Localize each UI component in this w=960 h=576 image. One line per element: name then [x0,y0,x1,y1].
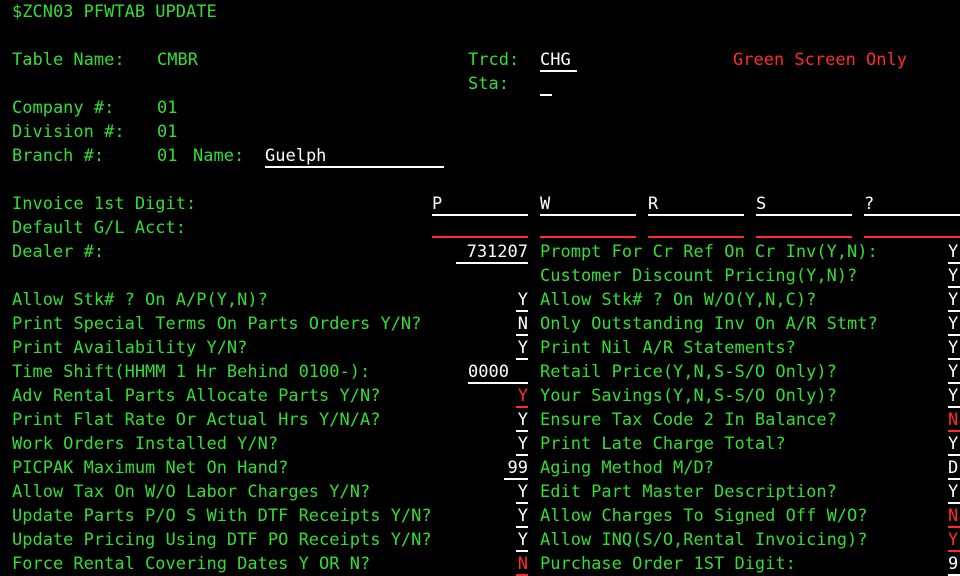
opt-label: Retail Price(Y,N,S-S/O Only)? [540,362,837,382]
dealer-field[interactable]: 731207 [456,240,528,264]
time-shift-field[interactable]: 0000 [468,360,528,384]
opt-label: Print Special Terms On Parts Orders Y/N? [12,314,422,334]
opt-label: Update Parts P/O S With DTF Receipts Y/N… [12,506,432,526]
opt-label: Print Late Charge Total? [540,434,786,454]
picpak-field[interactable]: 99 [504,456,528,480]
sta-field[interactable] [540,72,552,96]
opt-field[interactable]: Y [948,432,960,456]
opt-field[interactable]: Y [516,336,528,360]
opt-label: PICPAK Maximum Net On Hand? [12,458,289,478]
opt-label: Your Savings(Y,N,S-S/O Only)? [540,386,837,406]
opt-field[interactable]: Y [516,528,528,552]
invoice-digit-4[interactable]: S [756,192,852,216]
opt-label: Force Rental Covering Dates Y OR N? [12,554,371,574]
opt-field[interactable]: N [948,504,960,528]
opt-field[interactable]: N [516,312,528,336]
gl-acct-field-1[interactable] [432,236,528,238]
opt-label: Edit Part Master Description? [540,482,837,502]
opt-field[interactable]: Y [516,480,528,504]
invoice-digit-label: Invoice 1st Digit: [12,194,197,214]
opt-label: Print Availability Y/N? [12,338,248,358]
sta-label: Sta: [468,74,509,94]
opt-field[interactable]: D [948,456,960,480]
opt-label: Update Pricing Using DTF PO Receipts Y/N… [12,530,432,550]
table-name-label: Table Name: [12,50,125,70]
opt-field[interactable]: Y [948,384,960,408]
dealer-label: Dealer #: [12,242,105,262]
opt-label: Prompt For Cr Ref On Cr Inv(Y,N): [540,242,878,262]
gl-acct-field-5[interactable] [864,236,960,238]
table-name-value: CMBR [157,50,198,70]
opt-label: Purchase Order 1ST Digit: [540,554,796,574]
branch-label: Branch #: [12,146,105,166]
opt-field[interactable]: Y [948,480,960,504]
gl-acct-field-2[interactable] [540,236,636,238]
opt-label: Allow Charges To Signed Off W/O? [540,506,868,526]
opt-field[interactable]: Y [948,360,960,384]
opt-field[interactable]: N [948,408,960,432]
invoice-digit-1[interactable]: P [432,192,528,216]
opt-label: Adv Rental Parts Allocate Parts Y/N? [12,386,381,406]
division-value: 01 [157,122,178,142]
opt-field[interactable]: Y [948,336,960,360]
trcd-label: Trcd: [468,50,520,70]
screen-title: $ZCN03 PFWTAB UPDATE [12,2,217,22]
opt-label: Print Nil A/R Statements? [540,338,796,358]
gl-acct-label: Default G/L Acct: [12,218,186,238]
green-screen-notice: Green Screen Only [733,50,907,70]
opt-field[interactable]: Y [516,504,528,528]
opt-field[interactable]: Y [516,408,528,432]
opt-field[interactable]: Y [948,240,960,264]
opt-field[interactable]: Y [516,288,528,312]
opt-label: Aging Method M/D? [540,458,714,478]
opt-label: Allow Tax On W/O Labor Charges Y/N? [12,482,371,502]
trcd-field[interactable]: CHG [540,48,577,72]
opt-label: Ensure Tax Code 2 In Balance? [540,410,837,430]
invoice-digit-2[interactable]: W [540,192,636,216]
opt-label: Allow Stk# ? On A/P(Y,N)? [12,290,268,310]
company-label: Company #: [12,98,115,118]
opt-label: Time Shift(HHMM 1 Hr Behind 0100-): [12,362,371,382]
branch-value: 01 [157,146,178,166]
opt-field[interactable]: Y [948,528,960,552]
name-label: Name: [193,146,245,166]
opt-label: Customer Discount Pricing(Y,N)? [540,266,858,286]
gl-acct-field-4[interactable] [756,236,852,238]
po-first-digit-field[interactable]: 9 [948,552,960,576]
opt-field[interactable]: N [516,552,528,576]
branch-name-field[interactable]: Guelph [265,144,444,168]
opt-label: Allow Stk# ? On W/O(Y,N,C)? [540,290,817,310]
opt-field[interactable]: Y [516,384,528,408]
opt-field[interactable]: Y [948,264,960,288]
company-value: 01 [157,98,178,118]
opt-field[interactable]: Y [948,312,960,336]
division-label: Division #: [12,122,125,142]
opt-label: Work Orders Installed Y/N? [12,434,279,454]
opt-label: Allow INQ(S/O,Rental Invoicing)? [540,530,868,550]
gl-acct-field-3[interactable] [648,236,744,238]
invoice-digit-3[interactable]: R [648,192,744,216]
opt-field[interactable]: Y [948,288,960,312]
invoice-digit-5[interactable]: ? [864,192,960,216]
opt-label: Print Flat Rate Or Actual Hrs Y/N/A? [12,410,381,430]
opt-label: Only Outstanding Inv On A/R Stmt? [540,314,878,334]
opt-field[interactable]: Y [516,432,528,456]
